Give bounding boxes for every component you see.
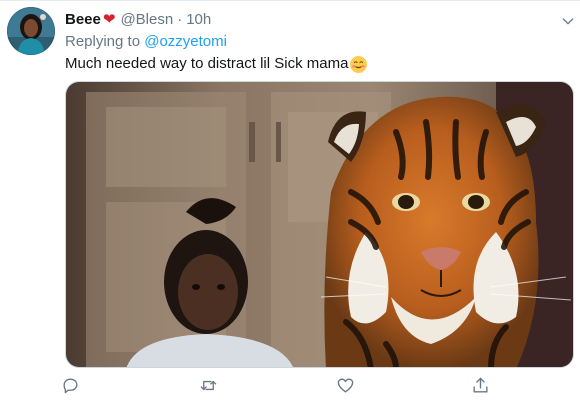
tweet-content: Beee ❤ @Blesn · 10h Replying to @ozzyeto… bbox=[65, 10, 570, 74]
share-button[interactable] bbox=[465, 374, 495, 402]
tweet-photo[interactable] bbox=[65, 81, 574, 368]
replying-to-handle[interactable]: @ozzyetomi bbox=[144, 33, 227, 50]
retweet-icon bbox=[199, 376, 218, 400]
chevron-down-icon[interactable] bbox=[560, 13, 576, 29]
user-handle[interactable]: @Blesn bbox=[120, 10, 173, 30]
heart-emoji-icon: ❤ bbox=[102, 11, 116, 28]
heart-icon bbox=[336, 376, 355, 400]
like-button[interactable] bbox=[330, 374, 360, 402]
tweet-card[interactable]: Beee ❤ @Blesn · 10h Replying to @ozzyeto… bbox=[0, 0, 580, 408]
display-name[interactable]: Beee bbox=[65, 10, 101, 30]
tweet-timestamp[interactable]: 10h bbox=[186, 10, 211, 30]
avatar[interactable] bbox=[7, 7, 55, 55]
comment-icon bbox=[61, 376, 80, 400]
tweet-actions bbox=[55, 374, 515, 402]
separator-dot: · bbox=[177, 11, 183, 28]
replying-to: Replying to @ozzyetomi bbox=[65, 32, 570, 52]
retweet-button[interactable] bbox=[193, 374, 223, 402]
smiling-face-emoji-icon bbox=[350, 55, 368, 73]
reply-button[interactable] bbox=[55, 374, 85, 402]
share-icon bbox=[471, 376, 490, 400]
tweet-header: Beee ❤ @Blesn · 10h bbox=[65, 10, 570, 30]
tweet-text: Much needed way to distract lil Sick mam… bbox=[65, 54, 570, 74]
replying-to-label: Replying to bbox=[65, 33, 141, 50]
tweet-text-body: Much needed way to distract lil Sick mam… bbox=[65, 55, 349, 72]
